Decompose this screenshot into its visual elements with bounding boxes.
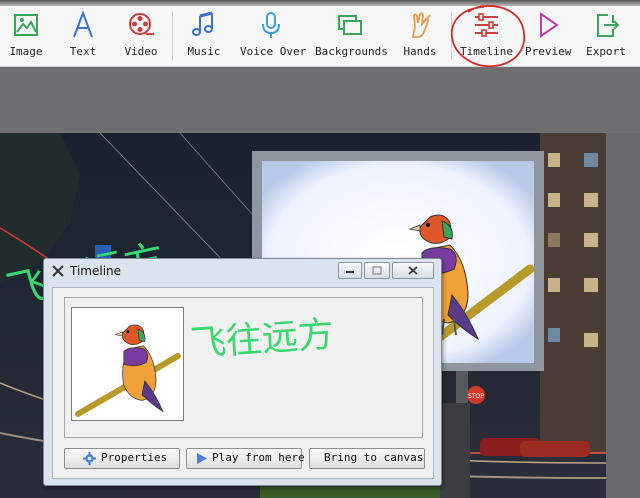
- bring-label: Bring to canvas: [324, 451, 424, 464]
- toolbar-preview-button[interactable]: Preview: [525, 10, 572, 64]
- play-label: Play from here: [212, 451, 305, 464]
- dialog-title-bar[interactable]: Timeline: [44, 259, 441, 285]
- toolbar-text-button[interactable]: Text: [64, 10, 102, 64]
- canvas-top-margin: [0, 67, 640, 133]
- toolbar-label: Export: [586, 45, 626, 58]
- close-button[interactable]: [392, 262, 434, 279]
- play-icon: [197, 453, 207, 464]
- toolbar-hands-button[interactable]: Hands: [401, 10, 439, 64]
- timeline-dialog: Timeline 飞往远方 Properties Play from here …: [43, 258, 442, 486]
- toolbar-label: Backgrounds: [315, 45, 388, 58]
- dialog-body: 飞往远方 Properties Play from here Bring to …: [52, 287, 434, 479]
- dialog-title: Timeline: [70, 264, 122, 278]
- toolbar-label: Hands: [403, 45, 437, 58]
- layers-icon: [338, 15, 362, 35]
- toolbar-separator: [172, 12, 173, 60]
- image-icon: [14, 14, 38, 36]
- scene-thumbnail[interactable]: [71, 307, 184, 421]
- main-toolbar: Image Text Video Music Voice Over Backgr…: [0, 0, 640, 67]
- toolbar-label: Image: [9, 45, 43, 58]
- canvas-right-margin: [606, 133, 640, 498]
- play-triangle-icon: [540, 12, 559, 38]
- toolbar-label: Preview: [525, 45, 572, 58]
- film-reel-icon: [129, 13, 154, 35]
- toolbar-label: Video: [124, 45, 158, 58]
- timeline-app-icon: [52, 265, 64, 277]
- maximize-button[interactable]: [364, 262, 390, 279]
- text-a-icon: [73, 10, 93, 38]
- bird-thumbnail-icon: [75, 324, 181, 417]
- export-arrow-icon: [597, 14, 620, 37]
- minimize-button[interactable]: [338, 262, 362, 279]
- minimize-icon: [346, 271, 354, 273]
- window-top-edge: [0, 0, 640, 6]
- properties-button[interactable]: Properties: [64, 448, 180, 469]
- play-from-here-button[interactable]: Play from here: [186, 448, 305, 469]
- music-note-icon: [192, 11, 213, 36]
- toolbar-export-button[interactable]: Export: [585, 10, 627, 64]
- toolbar-backgrounds-button[interactable]: Backgrounds: [315, 10, 388, 64]
- properties-label: Properties: [101, 451, 168, 464]
- gear-icon: [83, 452, 96, 465]
- chinese-text-item[interactable]: 飞往远方: [189, 302, 419, 382]
- bring-to-canvas-button[interactable]: Bring to canvas: [309, 448, 425, 469]
- timeline-preview-area: 飞往远方: [64, 297, 423, 438]
- dialog-chinese-text: 飞往远方: [189, 314, 335, 365]
- toolbar-label: Music: [187, 45, 221, 58]
- stop-sign-text: STOP: [468, 393, 484, 400]
- annotation-circle: [450, 5, 526, 67]
- toolbar-music-button[interactable]: Music: [183, 10, 225, 64]
- toolbar-label: Text: [69, 45, 97, 58]
- toolbar-image-button[interactable]: Image: [5, 10, 47, 64]
- toolbar-voice-over-button[interactable]: Voice Over: [240, 10, 307, 64]
- microphone-icon: [262, 12, 280, 38]
- toolbar-label: Voice Over: [240, 45, 307, 58]
- toolbar-video-button[interactable]: Video: [121, 10, 161, 64]
- close-icon: [408, 266, 418, 275]
- maximize-icon: [372, 266, 382, 275]
- hand-pen-icon: [411, 12, 431, 38]
